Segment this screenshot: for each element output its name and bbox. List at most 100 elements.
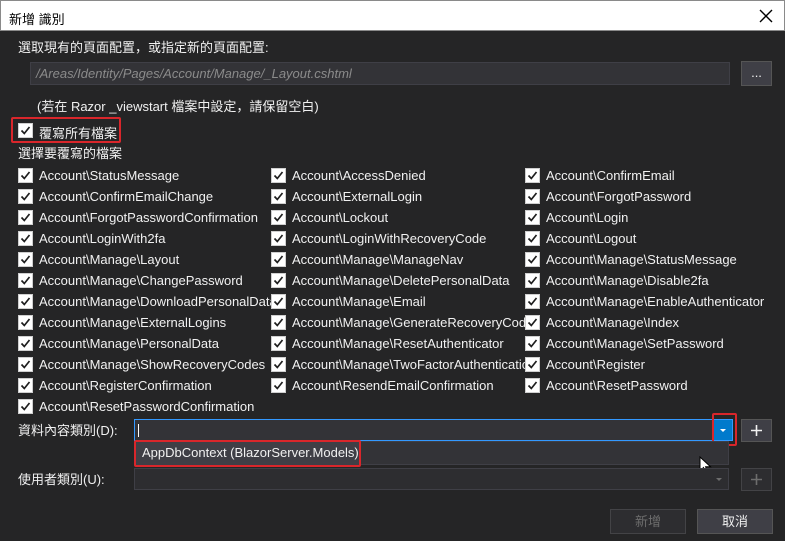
file-checkbox[interactable] — [525, 252, 540, 267]
data-context-combo[interactable] — [134, 419, 733, 441]
file-checkbox-label: Account\Login — [546, 210, 629, 225]
file-checkbox[interactable] — [271, 294, 286, 309]
file-checkbox-label: Account\Manage\StatusMessage — [546, 252, 737, 267]
file-checkbox[interactable] — [18, 336, 33, 351]
file-checkbox[interactable] — [525, 315, 540, 330]
checkmark-icon — [20, 213, 31, 222]
checkmark-icon — [20, 318, 31, 327]
file-checkbox[interactable] — [271, 336, 286, 351]
file-checkbox[interactable] — [18, 357, 33, 372]
file-checkbox-label: Account\Manage\SetPassword — [546, 336, 724, 351]
file-checkbox[interactable] — [18, 378, 33, 393]
file-checkbox[interactable] — [525, 336, 540, 351]
file-checkbox-label: Account\ConfirmEmailChange — [39, 189, 214, 204]
file-checkbox[interactable] — [525, 168, 540, 183]
checkmark-icon — [273, 360, 284, 369]
file-checkbox[interactable] — [18, 189, 33, 204]
file-checkbox-label: Account\Manage\Index — [546, 315, 679, 330]
file-checkbox-label: Account\ExternalLogin — [292, 189, 423, 204]
file-checkbox-label: Account\Manage\GenerateRecoveryCodes — [292, 315, 540, 330]
file-checkbox[interactable] — [525, 378, 540, 393]
file-checkbox-label: Account\ConfirmEmail — [546, 168, 675, 183]
file-checkbox-label: Account\Manage\DownloadPersonalData — [39, 294, 277, 309]
file-checkbox-label: Account\Register — [546, 357, 645, 372]
checkmark-icon — [20, 171, 31, 180]
file-checkbox-label: Account\Manage\Disable2fa — [546, 273, 709, 288]
add-data-context-button[interactable] — [741, 419, 772, 442]
file-checkbox[interactable] — [525, 210, 540, 225]
file-checkbox-label: Account\Manage\TwoFactorAuthentication — [292, 357, 537, 372]
checkmark-icon — [273, 381, 284, 390]
file-checkbox[interactable] — [18, 273, 33, 288]
file-checkbox[interactable] — [271, 315, 286, 330]
file-checkbox[interactable] — [525, 357, 540, 372]
checkmark-icon — [527, 171, 538, 180]
file-checkbox[interactable] — [525, 231, 540, 246]
checkmark-icon — [273, 255, 284, 264]
data-context-label: 資料內容類別(D): — [18, 423, 118, 438]
checkmark-icon — [527, 276, 538, 285]
add-user-class-button[interactable] — [741, 468, 772, 491]
file-checkbox-label: Account\Manage\ManageNav — [292, 252, 464, 267]
file-checkbox[interactable] — [18, 399, 33, 414]
file-checkbox[interactable] — [271, 210, 286, 225]
file-checkbox-label: Account\Manage\PersonalData — [39, 336, 219, 351]
file-checkbox-label: Account\Manage\ChangePassword — [39, 273, 243, 288]
checkmark-icon — [527, 297, 538, 306]
file-checkbox-label: Account\Manage\EnableAuthenticator — [546, 294, 765, 309]
user-class-dropdown-button[interactable] — [710, 469, 728, 489]
layout-hint: (若在 Razor _viewstart 檔案中設定，請保留空白) — [37, 99, 319, 114]
file-checkbox-label: Account\RegisterConfirmation — [39, 378, 212, 393]
file-checkbox[interactable] — [18, 168, 33, 183]
checkmark-icon — [20, 339, 31, 348]
checkmark-icon — [20, 381, 31, 390]
option-highlight — [134, 440, 361, 467]
override-all-highlight — [11, 117, 121, 143]
select-files-label: 選擇要覆寫的檔案 — [18, 146, 123, 161]
close-button[interactable] — [754, 4, 778, 28]
file-checkbox[interactable] — [525, 294, 540, 309]
checkmark-icon — [527, 255, 538, 264]
file-checkbox-label: Account\ForgotPassword — [546, 189, 692, 204]
browse-button[interactable]: ... — [741, 61, 772, 86]
title-bar: 新增 識別 — [0, 0, 785, 31]
text-caret — [138, 424, 139, 437]
checkmark-icon — [273, 339, 284, 348]
file-checkbox[interactable] — [271, 252, 286, 267]
file-checkbox-label: Account\StatusMessage — [39, 168, 180, 183]
file-checkbox[interactable] — [525, 189, 540, 204]
file-checkbox[interactable] — [271, 357, 286, 372]
user-class-label: 使用者類別(U): — [18, 472, 105, 487]
file-checkbox-label: Account\Manage\ExternalLogins — [39, 315, 227, 330]
cancel-button[interactable]: 取消 — [697, 509, 773, 534]
file-checkbox[interactable] — [18, 210, 33, 225]
file-checkbox[interactable] — [18, 231, 33, 246]
file-checkbox-label: Account\ResetPassword — [546, 378, 688, 393]
checkmark-icon — [527, 318, 538, 327]
user-class-combo[interactable] — [134, 468, 729, 490]
file-checkbox[interactable] — [271, 168, 286, 183]
checkmark-icon — [527, 234, 538, 243]
file-checkbox-label: Account\Manage\DeletePersonalData — [292, 273, 510, 288]
add-button[interactable]: 新增 — [610, 509, 686, 534]
checkmark-icon — [273, 213, 284, 222]
chevron-down-icon — [716, 478, 722, 481]
dialog-title: 新增 識別 — [9, 12, 65, 27]
file-checkbox[interactable] — [271, 231, 286, 246]
file-checkbox-label: Account\AccessDenied — [292, 168, 426, 183]
file-checkbox[interactable] — [18, 315, 33, 330]
file-checkbox[interactable] — [525, 273, 540, 288]
layout-prompt: 選取現有的頁面配置，或指定新的頁面配置: — [18, 40, 269, 55]
file-checkbox-label: Account\ForgotPasswordConfirmation — [39, 210, 258, 225]
checkmark-icon — [20, 360, 31, 369]
layout-path-input[interactable]: /Areas/Identity/Pages/Account/Manage/_La… — [30, 62, 730, 85]
file-checkbox-label: Account\Logout — [546, 231, 637, 246]
file-checkbox[interactable] — [18, 252, 33, 267]
checkmark-icon — [273, 171, 284, 180]
file-checkbox[interactable] — [271, 273, 286, 288]
file-checkbox[interactable] — [271, 189, 286, 204]
checkmark-icon — [527, 213, 538, 222]
checkmark-icon — [273, 234, 284, 243]
file-checkbox[interactable] — [18, 294, 33, 309]
file-checkbox[interactable] — [271, 378, 286, 393]
